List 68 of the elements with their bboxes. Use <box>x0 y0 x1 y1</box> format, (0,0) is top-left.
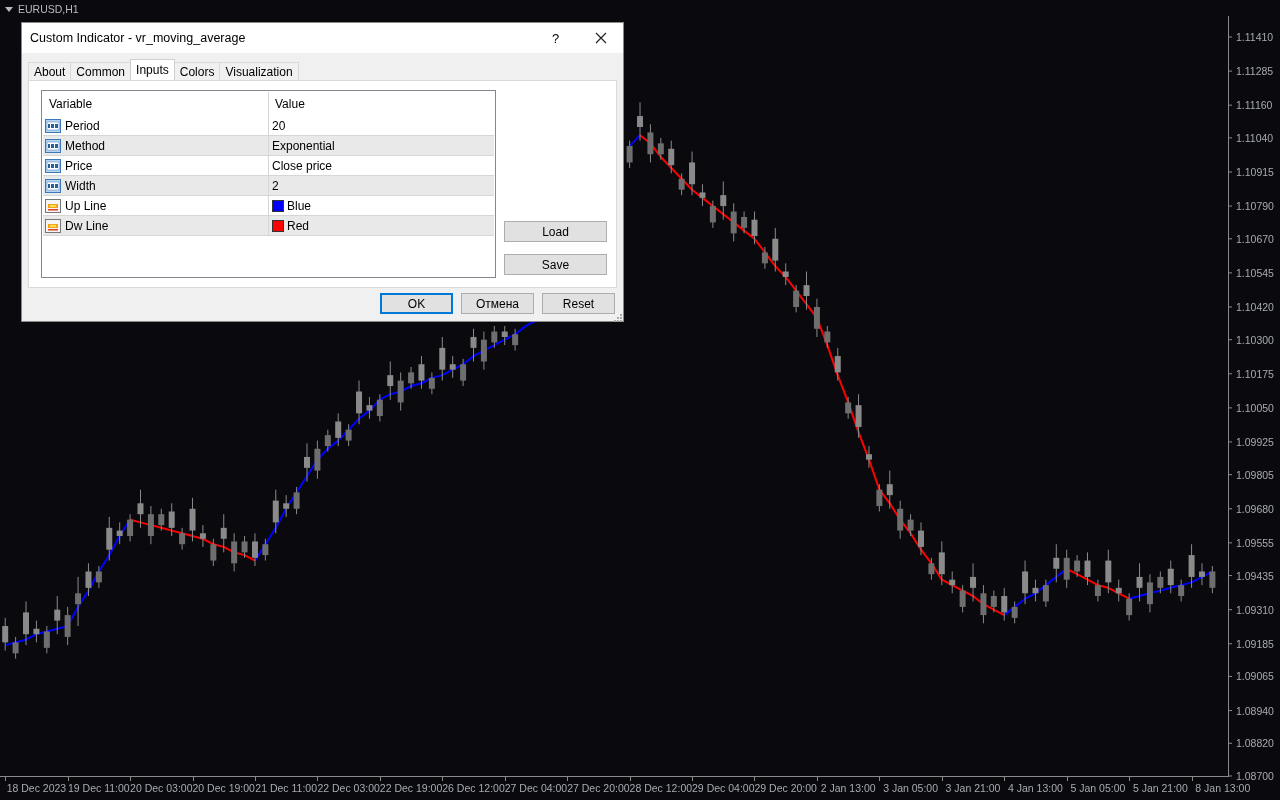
time-label: 29 Dec 20:00 <box>754 782 817 794</box>
variable-name: Up Line <box>65 198 107 213</box>
price-label: 1.08700 <box>1236 770 1274 782</box>
time-label: 3 Jan 05:00 <box>883 782 939 794</box>
time-label: 8 Jan 13:00 <box>1195 782 1251 794</box>
time-label: 5 Jan 05:00 <box>1070 782 1126 794</box>
price-label: 1.09805 <box>1236 468 1274 481</box>
dialog-button[interactable]: Load <box>504 221 607 242</box>
time-label: 19 Dec 11:00 <box>68 782 130 794</box>
variable-name: Width <box>65 178 96 193</box>
time-label: 20 Dec 19:00 <box>192 782 255 794</box>
tab[interactable]: About <box>28 62 72 80</box>
time-label: 21 Dec 11:00 <box>255 782 318 794</box>
column-header: Variable <box>43 92 269 116</box>
column-header: Value <box>274 96 306 113</box>
variable-value: 20 <box>272 118 286 133</box>
time-label: 18 Dec 2023 <box>6 782 67 794</box>
time-label: 5 Jan 21:00 <box>1132 782 1188 794</box>
price-label: 1.08820 <box>1236 737 1274 750</box>
price-label: 1.10050 <box>1236 401 1274 414</box>
time-label: 20 Dec 03:00 <box>130 782 193 794</box>
price-label: 1.10175 <box>1236 367 1274 380</box>
price-label: 1.10545 <box>1236 266 1274 279</box>
variable-value: Close price <box>272 158 333 173</box>
time-label: 3 Jan 21:00 <box>945 782 1001 794</box>
tab[interactable]: Inputs <box>130 59 175 80</box>
time-label: 27 Dec 04:00 <box>504 782 568 794</box>
tab[interactable]: Visualization <box>219 62 299 80</box>
time-label: 2 Jan 13:00 <box>820 782 876 794</box>
time-label: 4 Jan 13:00 <box>1008 782 1063 794</box>
variable-value: Blue <box>287 198 312 213</box>
time-label: 22 Dec 03:00 <box>317 782 380 794</box>
time-label: 26 Dec 12:00 <box>442 782 505 794</box>
price-label: 1.11285 <box>1236 65 1274 78</box>
price-label: 1.09435 <box>1236 569 1274 582</box>
price-label: 1.10670 <box>1236 232 1274 245</box>
price-label: 1.09925 <box>1236 435 1274 448</box>
price-label: 1.10300 <box>1236 333 1274 346</box>
variable-name: Price <box>65 158 93 173</box>
price-label: 1.10915 <box>1236 166 1274 178</box>
price-label: 1.09680 <box>1236 502 1274 515</box>
price-label: 1.09555 <box>1236 536 1274 549</box>
price-label: 1.11160 <box>1236 99 1273 112</box>
dialog-button[interactable]: Save <box>504 254 607 275</box>
price-label: 1.11040 <box>1236 131 1274 144</box>
price-label: 1.08940 <box>1236 704 1274 717</box>
variable-name: Method <box>65 138 106 153</box>
variable-name: Period <box>65 118 100 133</box>
window-title: Custom Indicator - vr_moving_average <box>30 31 247 45</box>
price-label: 1.09185 <box>1236 637 1274 650</box>
symbol-label: EURUSD,H1 <box>18 3 79 15</box>
price-label: 1.09310 <box>1236 603 1274 616</box>
time-label: 27 Dec 20:00 <box>567 782 630 794</box>
help-button[interactable]: ? <box>533 23 578 53</box>
variable-value: Exponential <box>272 138 335 153</box>
time-label: 28 Dec 12:00 <box>629 782 693 794</box>
variable-value: Red <box>287 218 309 233</box>
price-label: 1.10790 <box>1236 200 1274 213</box>
dialog-button[interactable]: Reset <box>542 293 615 314</box>
dialog-button[interactable]: Отмена <box>461 293 534 314</box>
variable-name: Dw Line <box>65 218 109 233</box>
time-label: 29 Dec 04:00 <box>692 782 755 794</box>
price-label: 1.11410 <box>1236 31 1274 43</box>
time-label: 22 Dec 19:00 <box>379 782 443 794</box>
price-label: 1.10420 <box>1236 300 1274 313</box>
variable-value: 2 <box>272 178 279 193</box>
dialog-button[interactable]: OK <box>380 293 453 314</box>
price-label: 1.09065 <box>1236 670 1274 683</box>
